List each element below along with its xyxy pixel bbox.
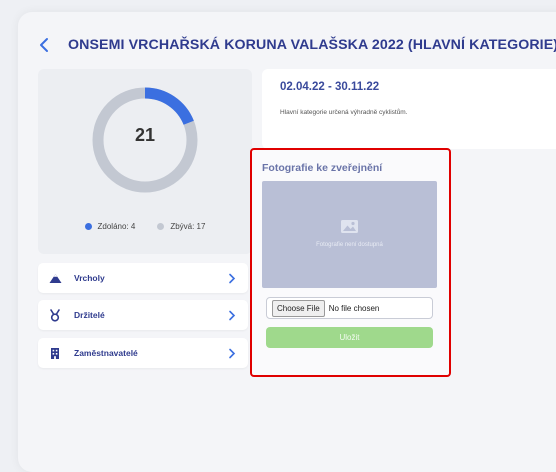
progress-card: 21 Zdoláno: 4 Zbývá: 17 <box>38 69 252 254</box>
chevron-left-icon <box>40 38 48 52</box>
back-button[interactable] <box>38 36 56 54</box>
legend-completed: Zdoláno: 4 <box>84 222 136 231</box>
page-header: ONSEMI VRCHAŘSKÁ KORUNA VALAŠSKA 2022 (H… <box>38 33 556 57</box>
remaining-label: Zbývá: 17 <box>170 222 206 231</box>
peak-count: 21 <box>134 125 156 145</box>
category-description: Hlavní kategorie určená výhradně cyklist… <box>280 109 408 116</box>
completed-dot-icon <box>84 223 92 230</box>
nav-item-label: Držitelé <box>74 310 105 320</box>
save-button[interactable]: Uložit <box>266 327 433 348</box>
file-input[interactable]: Choose File No file chosen <box>266 297 433 319</box>
photo-unavailable-text: Fotografie není dostupná <box>316 242 383 248</box>
nav-item-drzitele[interactable]: Držitelé <box>38 300 248 330</box>
page-title: ONSEMI VRCHAŘSKÁ KORUNA VALAŠSKA 2022 (H… <box>68 37 556 53</box>
remaining-dot-icon <box>157 223 165 230</box>
image-icon <box>341 220 358 233</box>
nav-item-label: Zaměstnavatelé <box>74 348 138 358</box>
photo-panel-title: Fotografie ke zveřejnění <box>262 162 383 174</box>
progress-legend: Zdoláno: 4 Zbývá: 17 <box>38 222 252 231</box>
file-status: No file chosen <box>328 303 380 313</box>
building-icon <box>48 346 62 360</box>
photo-upload-panel: Fotografie ke zveřejnění Fotografie není… <box>250 148 451 377</box>
date-range: 02.04.22 - 30.11.22 <box>280 81 380 93</box>
category-info-card: 02.04.22 - 30.11.22 Hlavní kategorie urč… <box>262 69 556 149</box>
nav-item-label: Vrcholy <box>74 273 105 283</box>
choose-file-button[interactable]: Choose File <box>272 299 325 317</box>
completed-label: Zdoláno: 4 <box>97 222 136 231</box>
chevron-right-icon <box>228 347 238 359</box>
nav-item-vrcholy[interactable]: Vrcholy <box>38 263 248 293</box>
chevron-right-icon <box>228 309 238 321</box>
medal-icon <box>48 308 62 322</box>
legend-remaining: Zbývá: 17 <box>157 222 205 231</box>
mountain-icon <box>48 271 62 285</box>
photo-placeholder: Fotografie není dostupná <box>262 181 437 288</box>
chevron-right-icon <box>228 272 238 284</box>
nav-item-zamestnavatele[interactable]: Zaměstnavatelé <box>38 338 248 368</box>
